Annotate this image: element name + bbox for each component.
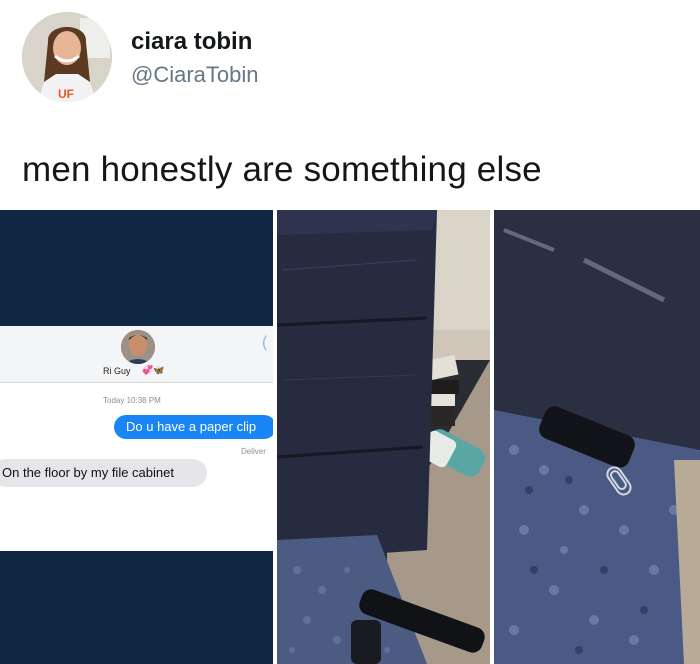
delivered-label: Deliver — [241, 447, 266, 456]
profile-photo-icon: UF — [22, 12, 112, 102]
image-panel-screenshot[interactable]: Ri Guy 💞🦋 ( Today 10:38 PM Do u have a p… — [0, 210, 273, 664]
chevron-left-icon[interactable]: ( — [262, 334, 267, 352]
paper-clip-photo — [494, 210, 700, 664]
display-name[interactable]: ciara tobin — [131, 28, 252, 56]
image-panel-paper-clip[interactable] — [494, 210, 700, 664]
imessage-screenshot: Ri Guy 💞🦋 ( Today 10:38 PM Do u have a p… — [0, 326, 273, 551]
tweet-header: UF ciara tobin @CiaraTobin men honestly … — [0, 0, 700, 210]
contact-avatar[interactable] — [121, 330, 155, 364]
chat-header: Ri Guy 💞🦋 ( — [0, 326, 273, 383]
contact-emoji: 💞🦋 — [142, 365, 165, 375]
user-handle[interactable]: @CiaraTobin — [131, 62, 259, 88]
contact-name: Ri Guy — [103, 366, 131, 376]
message-timestamp: Today 10:38 PM — [103, 396, 161, 405]
shirt-text: UF — [58, 87, 74, 101]
received-message-bubble[interactable]: On the floor by my file cabinet — [0, 459, 207, 487]
image-panel-cabinet[interactable] — [277, 210, 490, 664]
contact-photo-icon — [121, 330, 155, 364]
tweet-text: men honestly are something else — [22, 150, 542, 189]
profile-avatar[interactable]: UF — [22, 12, 112, 102]
cabinet-photo — [277, 210, 490, 664]
sent-message-bubble[interactable]: Do u have a paper clip — [114, 415, 273, 439]
